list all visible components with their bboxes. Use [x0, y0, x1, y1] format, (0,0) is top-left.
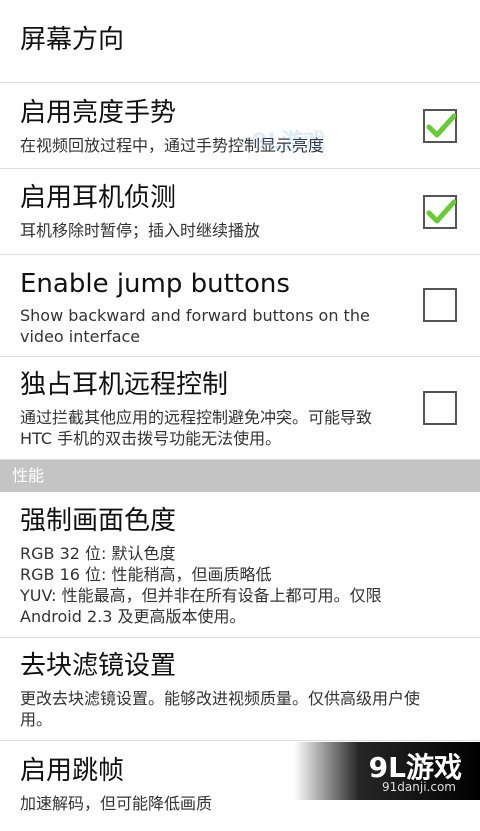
pref-headset-remote[interactable]: 独占耳机远程控制 通过拦截其他应用的远程控制避免冲突。可能导致 HTC 手机的双… [0, 357, 480, 460]
pref-summary: 在视频回放过程中，通过手势控制显示亮度 [20, 136, 325, 155]
pref-summary-line: YUV: 性能最高，但并非在所有设备上都可用。仅限 Android 2.3 及更… [20, 586, 382, 626]
pref-title: 独占耳机远程控制 [20, 370, 229, 400]
pref-brightness-gesture[interactable]: 启用亮度手势 在视频回放过程中，通过手势控制显示亮度 [0, 83, 480, 169]
pref-title: 启用耳机侦测 [20, 183, 177, 213]
brightness-gesture-checkbox[interactable] [423, 109, 457, 143]
category-header-performance: 性能 [0, 460, 480, 492]
pref-force-chroma[interactable]: 强制画面色度 RGB 32 位: 默认色度 RGB 16 位: 性能稍高，但画质… [0, 492, 480, 638]
pref-title: 强制画面色度 [20, 506, 177, 536]
pref-headset-detection[interactable]: 启用耳机侦测 耳机移除时暂停；插入时继续播放 [0, 169, 480, 255]
headset-detection-checkbox[interactable] [423, 195, 457, 229]
category-label: 性能 [12, 466, 45, 485]
watermark-logo: 9L游戏 [252, 130, 326, 155]
pref-screen-orientation[interactable]: 屏幕方向 [0, 0, 480, 83]
pref-title: 去块滤镜设置 [20, 651, 177, 681]
pref-summary-line: RGB 32 位: 默认色度 [20, 544, 176, 563]
pref-jump-buttons[interactable]: Enable jump buttons Show backward and fo… [0, 255, 480, 357]
headset-remote-checkbox[interactable] [423, 391, 457, 425]
checkmark-icon [426, 113, 456, 138]
pref-summary: 更改去块滤镜设置。能够改进视频质量。仅供高级用户使用。 [20, 689, 421, 729]
brand-url: 91danji.com [382, 780, 456, 794]
pref-deblocking-filter[interactable]: 去块滤镜设置 更改去块滤镜设置。能够改进视频质量。仅供高级用户使用。 [0, 638, 480, 741]
pref-title: 屏幕方向 [20, 25, 125, 55]
jump-buttons-checkbox[interactable] [423, 288, 457, 322]
pref-summary: 耳机移除时暂停；插入时继续播放 [20, 221, 261, 240]
pref-summary-line: RGB 16 位: 性能稍高，但画质略低 [20, 565, 272, 584]
pref-title: 启用跳帧 [20, 756, 125, 786]
checkmark-icon [426, 199, 456, 224]
pref-summary: Show backward and forward buttons on the… [20, 306, 370, 346]
pref-title: 启用亮度手势 [20, 98, 177, 128]
pref-title: Enable jump buttons [20, 269, 290, 299]
pref-summary: 通过拦截其他应用的远程控制避免冲突。可能导致 HTC 手机的双击拨号功能无法使用… [20, 408, 373, 448]
corner-brand-logo: 9L游戏 91danji.com [294, 742, 480, 800]
